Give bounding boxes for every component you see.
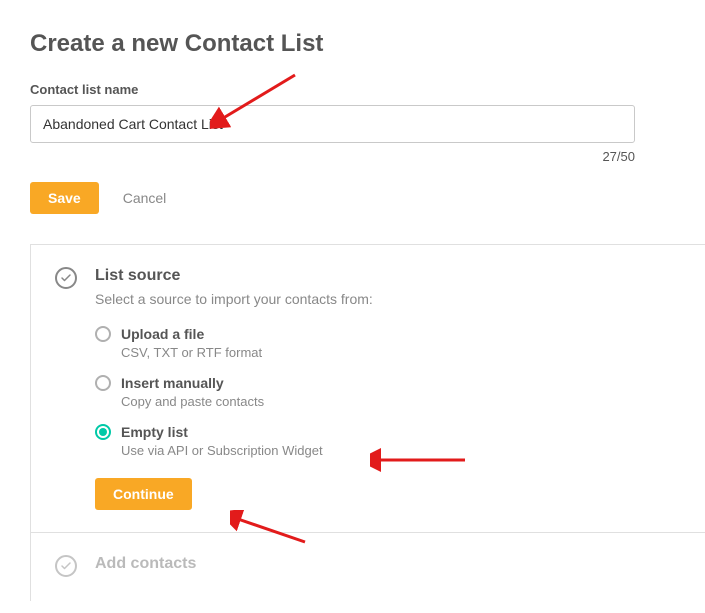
source-radio-group: Upload a file CSV, TXT or RTF format Ins…	[95, 325, 681, 458]
radio-label: Insert manually	[121, 374, 264, 392]
radio-upload-file[interactable]: Upload a file CSV, TXT or RTF format	[95, 325, 681, 360]
contact-list-name-input[interactable]	[30, 105, 635, 143]
check-icon	[55, 555, 77, 577]
name-char-counter: 27/50	[30, 149, 635, 164]
radio-icon	[95, 424, 111, 440]
continue-button[interactable]: Continue	[95, 478, 192, 510]
radio-icon	[95, 375, 111, 391]
page-title: Create a new Contact List	[30, 30, 675, 58]
step-source-title: List source	[95, 267, 681, 285]
radio-insert-manually[interactable]: Insert manually Copy and paste contacts	[95, 374, 681, 409]
check-icon	[55, 267, 77, 289]
name-field-label: Contact list name	[30, 82, 675, 97]
radio-desc: CSV, TXT or RTF format	[121, 345, 262, 360]
radio-label: Empty list	[121, 423, 323, 441]
radio-icon	[95, 326, 111, 342]
step-source-subtitle: Select a source to import your contacts …	[95, 291, 681, 307]
step-list-source: List source Select a source to import yo…	[31, 245, 705, 533]
radio-desc: Copy and paste contacts	[121, 394, 264, 409]
cancel-button[interactable]: Cancel	[123, 190, 167, 206]
step-add-contacts-title: Add contacts	[95, 555, 681, 573]
radio-desc: Use via API or Subscription Widget	[121, 443, 323, 458]
save-button[interactable]: Save	[30, 182, 99, 214]
radio-empty-list[interactable]: Empty list Use via API or Subscription W…	[95, 423, 681, 458]
step-add-contacts: Add contacts	[31, 533, 705, 601]
steps-panel: List source Select a source to import yo…	[30, 244, 705, 601]
radio-label: Upload a file	[121, 325, 262, 343]
